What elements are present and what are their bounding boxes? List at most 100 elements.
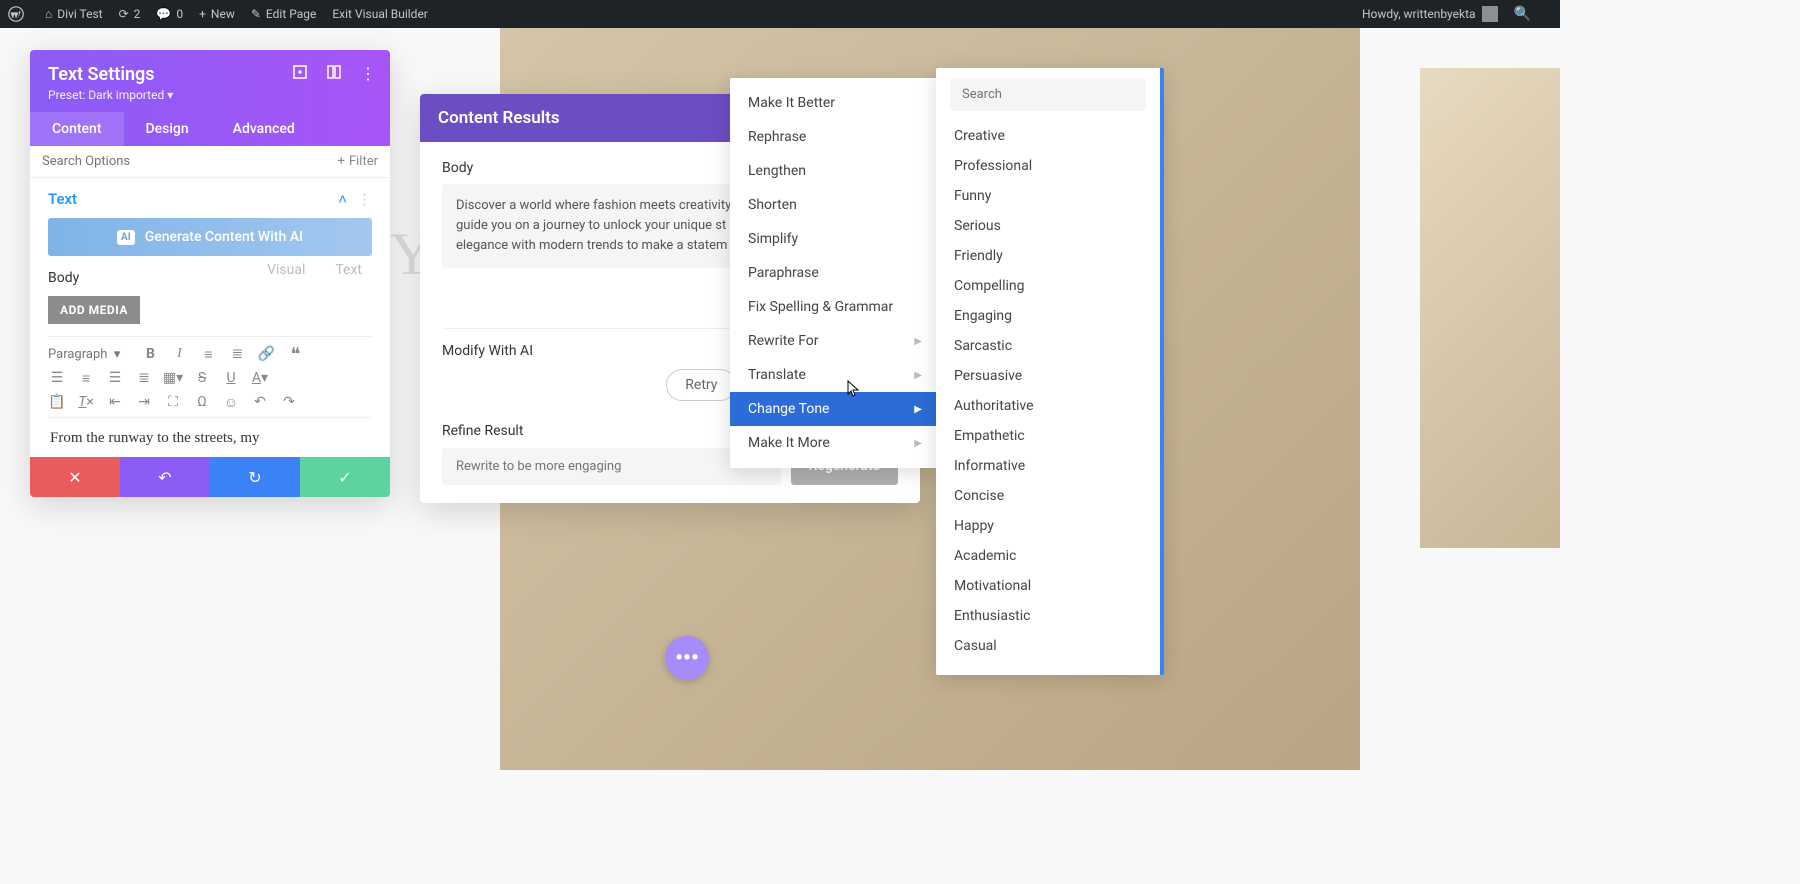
special-char-button[interactable]: Ω [193, 393, 211, 411]
cancel-button[interactable]: ✕ [30, 457, 120, 497]
tone-item[interactable]: Compelling [950, 271, 1146, 301]
italic-button[interactable]: I [170, 345, 188, 363]
improve-menu-item[interactable]: Paraphrase [730, 256, 940, 290]
menu-item-label: Lengthen [748, 163, 806, 179]
visual-tab[interactable]: Visual [267, 262, 305, 278]
save-button[interactable]: ✓ [300, 457, 390, 497]
editor-content[interactable]: From the runway to the streets, my [48, 417, 372, 457]
text-section-header[interactable]: Text ˄ ⋮ [48, 190, 372, 208]
redo-footer-button[interactable]: ↻ [210, 457, 300, 497]
more-icon[interactable]: ⋮ [360, 64, 376, 80]
tone-item[interactable]: Motivational [950, 571, 1146, 601]
improve-menu-item[interactable]: Change Tone▶ [730, 392, 940, 426]
exit-builder-link[interactable]: Exit Visual Builder [332, 7, 428, 21]
tone-item[interactable]: Concise [950, 481, 1146, 511]
edit-page-label: Edit Page [266, 7, 316, 21]
tone-submenu: CreativeProfessionalFunnySeriousFriendly… [936, 68, 1164, 675]
search-toggle[interactable]: 🔍 [1514, 6, 1536, 22]
tone-item[interactable]: Friendly [950, 241, 1146, 271]
comments-link[interactable]: 💬 0 [156, 7, 183, 21]
strike-button[interactable]: S [193, 369, 211, 387]
tone-item[interactable]: Professional [950, 151, 1146, 181]
chevron-right-icon: ▶ [914, 370, 922, 381]
tone-item[interactable]: Empathetic [950, 421, 1146, 451]
improve-menu-item[interactable]: Lengthen [730, 154, 940, 188]
site-name-link[interactable]: ⌂ Divi Test [45, 7, 103, 21]
improve-menu-item[interactable]: Rephrase [730, 120, 940, 154]
ol-button[interactable]: ≣ [228, 345, 246, 363]
improve-menu-item[interactable]: Rewrite For▶ [730, 324, 940, 358]
avatar [1482, 6, 1498, 22]
tone-item[interactable]: Authoritative [950, 391, 1146, 421]
indent-button[interactable]: ⇥ [135, 393, 153, 411]
clear-format-button[interactable]: T× [77, 393, 95, 411]
undo-footer-button[interactable]: ↶ [120, 457, 210, 497]
paste-button[interactable]: 📋 [48, 393, 66, 411]
builder-fab[interactable]: ••• [665, 636, 709, 680]
improve-menu-item[interactable]: Simplify [730, 222, 940, 256]
align-center-button[interactable]: ≡ [77, 369, 95, 387]
preset-selector[interactable]: Preset: Dark imported ▾ [48, 88, 372, 102]
tone-item[interactable]: Sarcastic [950, 331, 1146, 361]
retry-button[interactable]: Retry [666, 369, 736, 401]
more-vertical-icon[interactable]: ⋮ [357, 190, 372, 208]
table-button[interactable]: ▦▾ [164, 369, 182, 387]
tone-item[interactable]: Academic [950, 541, 1146, 571]
tone-item[interactable]: Engaging [950, 301, 1146, 331]
improve-menu-item[interactable]: Shorten [730, 188, 940, 222]
tone-item[interactable]: Casual [950, 631, 1146, 661]
tone-item[interactable]: Funny [950, 181, 1146, 211]
paragraph-select[interactable]: Paragraph ▾ [48, 347, 120, 362]
close-icon: ✕ [68, 468, 81, 487]
text-tab[interactable]: Text [335, 262, 362, 278]
columns-icon[interactable] [326, 64, 342, 80]
add-media-button[interactable]: ADD MEDIA [48, 296, 140, 324]
filter-button[interactable]: + Filter [338, 154, 378, 169]
new-link[interactable]: + New [199, 7, 235, 21]
menu-item-label: Shorten [748, 197, 797, 213]
fullscreen-button[interactable]: ⛶ [164, 393, 182, 411]
tone-item[interactable]: Informative [950, 451, 1146, 481]
emoji-button[interactable]: ☺ [222, 393, 240, 411]
quote-button[interactable]: ❝ [286, 345, 304, 363]
tab-design[interactable]: Design [124, 112, 211, 146]
tab-content[interactable]: Content [30, 112, 124, 146]
improve-menu-item[interactable]: Fix Spelling & Grammar [730, 290, 940, 324]
tone-search-input[interactable] [950, 78, 1146, 111]
undo-button[interactable]: ↶ [251, 393, 269, 411]
tab-advanced[interactable]: Advanced [211, 112, 317, 146]
align-left-button[interactable]: ☰ [48, 369, 66, 387]
tone-item[interactable]: Happy [950, 511, 1146, 541]
improve-menu-item[interactable]: Translate ▶ [730, 358, 940, 392]
improve-menu-item[interactable]: Make It More▶ [730, 426, 940, 460]
underline-button[interactable]: U [222, 369, 240, 387]
link-button[interactable]: 🔗 [257, 345, 275, 363]
tone-item[interactable]: Creative [950, 121, 1146, 151]
tone-item[interactable]: Serious [950, 211, 1146, 241]
tone-item[interactable]: Enthusiastic [950, 601, 1146, 631]
ul-button[interactable]: ≡ [199, 345, 217, 363]
align-justify-button[interactable]: ≣ [135, 369, 153, 387]
menu-item-label: Simplify [748, 231, 798, 247]
text-color-button[interactable]: A▾ [251, 369, 269, 387]
new-label: New [211, 7, 235, 21]
outdent-button[interactable]: ⇤ [106, 393, 124, 411]
settings-footer: ✕ ↶ ↻ ✓ [30, 457, 390, 497]
edit-page-link[interactable]: ✎ Edit Page [251, 7, 317, 21]
ai-chip: AI [117, 230, 135, 245]
wp-logo[interactable] [8, 6, 29, 22]
redo-button[interactable]: ↷ [280, 393, 298, 411]
updates-link[interactable]: ⟳ 2 [119, 7, 141, 21]
tone-item[interactable]: Persuasive [950, 361, 1146, 391]
generate-ai-button[interactable]: AI Generate Content With AI [48, 218, 372, 256]
chevron-right-icon: ▶ [914, 404, 922, 415]
align-right-button[interactable]: ☰ [106, 369, 124, 387]
howdy-link[interactable]: Howdy, writtenbyekta [1362, 6, 1498, 22]
expand-icon[interactable] [292, 64, 308, 80]
improve-menu-item[interactable]: Make It Better [730, 86, 940, 120]
home-icon: ⌂ [45, 7, 52, 21]
menu-item-label: Translate [748, 367, 806, 383]
bold-button[interactable]: B [141, 345, 159, 363]
chevron-up-icon[interactable]: ˄ [338, 190, 347, 208]
search-options-input[interactable] [42, 154, 338, 169]
